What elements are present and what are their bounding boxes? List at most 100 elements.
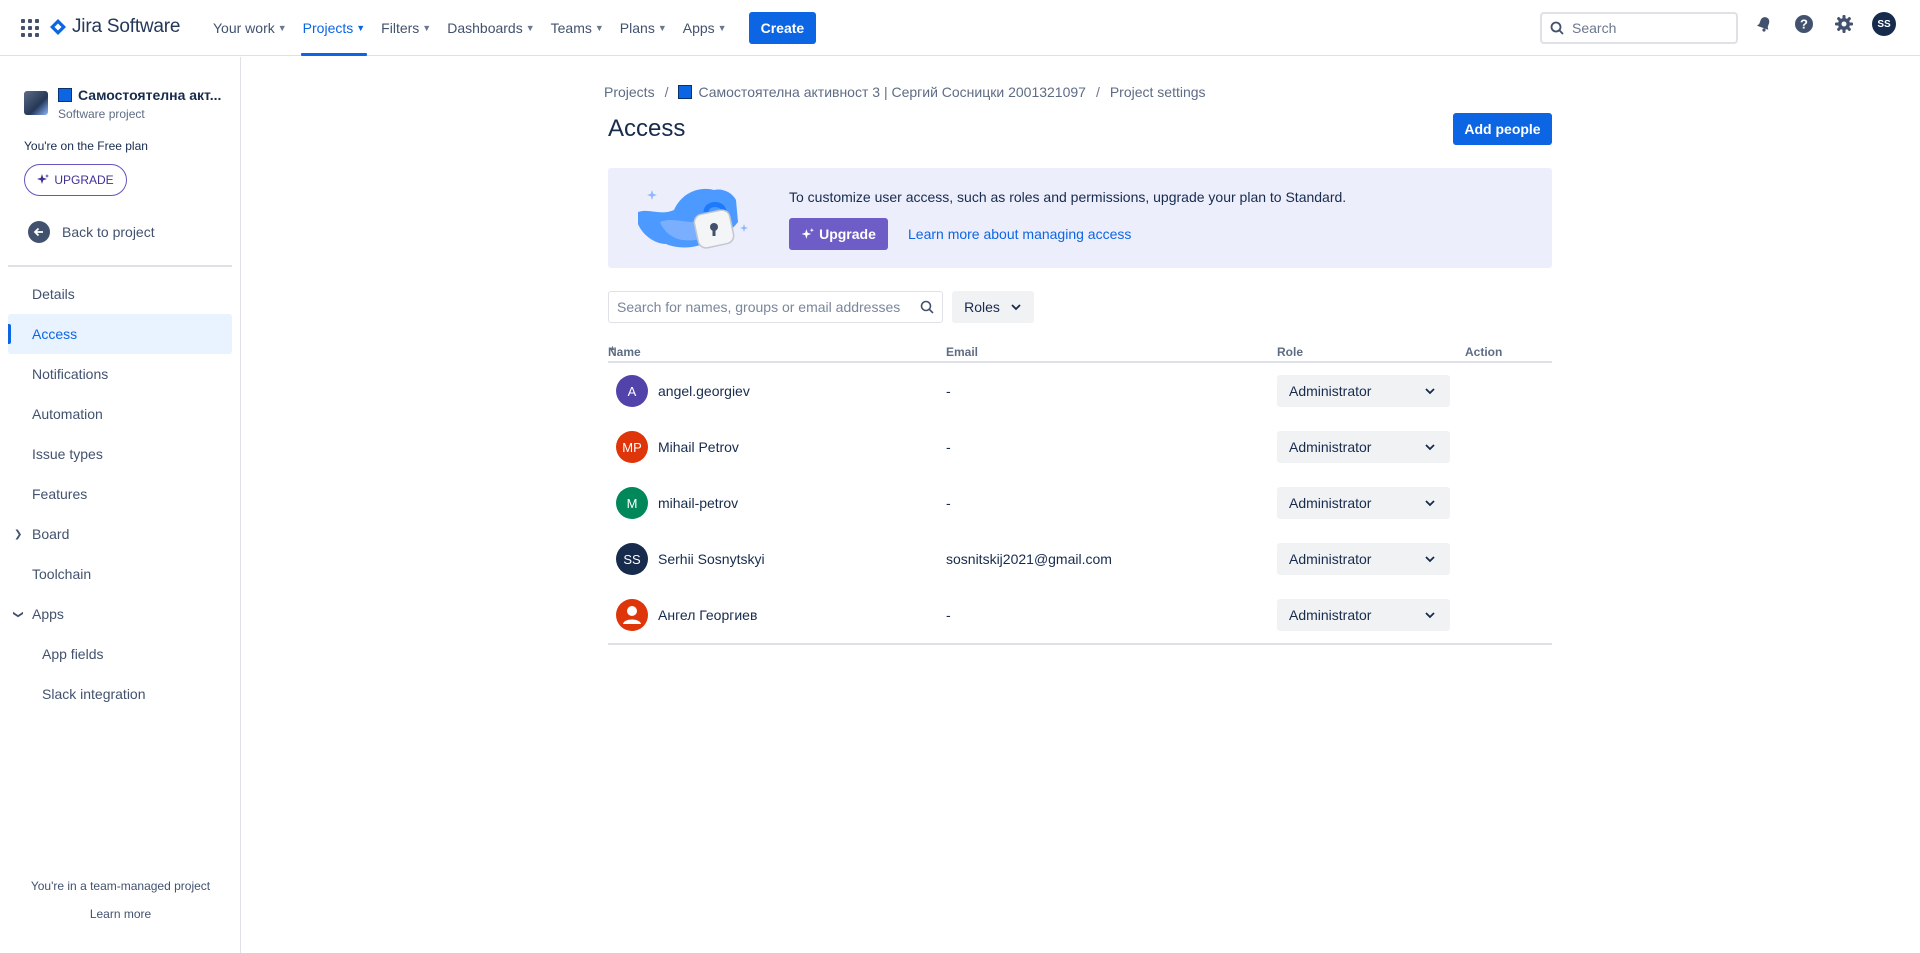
chevron-down-icon: [1425, 556, 1435, 563]
nav-dashboards[interactable]: Dashboards ▼: [439, 0, 542, 56]
breadcrumb-projects[interactable]: Projects: [604, 84, 655, 100]
sidebar-item-label: Board: [32, 526, 70, 542]
sidebar-item-notifications[interactable]: Notifications: [8, 354, 232, 394]
role-dropdown[interactable]: Administrator: [1277, 487, 1450, 519]
table-body: A angel.georgiev - Administrator MP Miha…: [608, 363, 1552, 643]
chevron-down-icon: ▼: [356, 23, 366, 33]
role-dropdown[interactable]: Administrator: [1277, 543, 1450, 575]
user-avatar: [616, 599, 648, 631]
email-cell: -: [946, 363, 951, 419]
nav-your-work[interactable]: Your work ▼: [205, 0, 295, 56]
global-search-input[interactable]: Search: [1540, 12, 1738, 44]
sidebar-item-features[interactable]: Features: [8, 474, 232, 514]
chevron-down-icon: [1425, 500, 1435, 507]
user-avatar: A: [616, 375, 648, 407]
nav-label: Your work: [213, 20, 275, 36]
avatar-initials: A: [627, 383, 637, 399]
role-value: Administrator: [1289, 495, 1372, 511]
avatar-initials: MP: [622, 439, 642, 455]
banner-text: To customize user access, such as roles …: [789, 189, 1347, 205]
add-people-button[interactable]: Add people: [1453, 113, 1552, 145]
sidebar-item-apps[interactable]: ❯ Apps: [8, 594, 232, 634]
user-name: mihail-petrov: [658, 495, 739, 511]
user-name: Serhii Sosnytskyi: [658, 551, 765, 567]
breadcrumb: Projects / Самостоятелна активност 3 | С…: [604, 84, 1206, 100]
top-navigation: Jira Software Your work ▼ Projects ▼ Filte…: [0, 0, 1920, 56]
user-email: -: [946, 607, 951, 623]
project-color-square: [678, 85, 693, 99]
role-value: Administrator: [1289, 383, 1372, 399]
project-header[interactable]: Самостоятелна акт... Software project: [24, 87, 221, 121]
sidebar-item-label: Notifications: [32, 366, 109, 382]
sidebar-item-toolchain[interactable]: Toolchain: [8, 554, 232, 594]
banner-upgrade-button[interactable]: Upgrade: [789, 218, 888, 250]
role-value: Administrator: [1289, 551, 1372, 567]
back-to-project-link[interactable]: Back to project: [28, 221, 155, 243]
sidebar-item-access[interactable]: Access: [8, 314, 232, 354]
user-avatar[interactable]: SS: [1872, 12, 1896, 36]
nav-teams[interactable]: Teams ▼: [543, 0, 612, 56]
app-switcher-icon[interactable]: [20, 18, 40, 38]
breadcrumb-project-settings[interactable]: Project settings: [1110, 84, 1206, 100]
svg-text:?: ?: [1800, 17, 1808, 32]
nav-plans[interactable]: Plans ▼: [612, 0, 675, 56]
chevron-down-icon: ▼: [277, 23, 287, 33]
user-search-input[interactable]: Search for names, groups or email addres…: [608, 291, 943, 323]
email-cell: -: [946, 587, 951, 643]
help-icon[interactable]: ?: [1792, 12, 1816, 36]
table-bottom-border: [608, 643, 1552, 645]
nav-label: Filters: [381, 20, 420, 36]
sidebar-item-slack-integration[interactable]: Slack integration: [8, 674, 232, 714]
chevron-down-icon: ❯: [12, 609, 24, 619]
project-color-square: [58, 88, 72, 102]
project-avatar: [24, 91, 48, 115]
role-dropdown[interactable]: Administrator: [1277, 375, 1450, 407]
nav-apps[interactable]: Apps ▼: [675, 0, 735, 56]
column-header-action: Action: [1465, 345, 1503, 359]
sidebar-item-label: App fields: [42, 646, 104, 662]
learn-more-access-link[interactable]: Learn more about managing access: [908, 226, 1131, 242]
sparkle-icon: [801, 227, 815, 239]
breadcrumb-separator: /: [664, 84, 669, 100]
sidebar-item-automation[interactable]: Automation: [8, 394, 232, 434]
role-dropdown[interactable]: Administrator: [1277, 599, 1450, 631]
email-cell: sosnitskij2021@gmail.com: [946, 531, 1112, 587]
upgrade-label: Upgrade: [819, 226, 876, 242]
chevron-down-icon: [1425, 612, 1435, 619]
nav-filters[interactable]: Filters ▼: [373, 0, 439, 56]
top-icons: ? SS: [1752, 12, 1896, 36]
sidebar-item-label: Features: [32, 486, 88, 502]
chevron-down-icon: [1425, 444, 1435, 451]
roles-filter-dropdown[interactable]: Roles: [952, 291, 1034, 323]
access-table: Name ▲︎ Email Role Action A angel.georgie…: [608, 345, 1552, 645]
jira-logo[interactable]: Jira Software: [50, 16, 180, 38]
table-row: MP Mihail Petrov - Administrator: [608, 419, 1552, 475]
notifications-icon[interactable]: [1752, 12, 1776, 36]
nav-projects[interactable]: Projects ▼: [295, 0, 374, 56]
sidebar-item-board[interactable]: ❯ Board: [8, 514, 232, 554]
project-name: Самостоятелна акт...: [58, 87, 221, 103]
nav-label: Projects: [302, 20, 354, 36]
user-email: sosnitskij2021@gmail.com: [946, 551, 1112, 567]
sidebar-upgrade-button[interactable]: UPGRADE: [24, 164, 127, 196]
create-button[interactable]: Create: [748, 12, 817, 44]
primary-nav: Your work ▼ Projects ▼ Filters ▼ Dashboards…: [205, 0, 817, 56]
search-placeholder: Search for names, groups or email addres…: [617, 299, 901, 315]
role-dropdown[interactable]: Administrator: [1277, 431, 1450, 463]
avatar-initials: M: [626, 495, 638, 511]
settings-gear-icon[interactable]: [1832, 12, 1856, 36]
user-cell: SS Serhii Sosnytskyi: [616, 531, 765, 587]
sidebar-item-details[interactable]: Details: [8, 274, 232, 314]
jira-logo-icon: [50, 19, 66, 35]
learn-more-link[interactable]: Learn more: [0, 907, 241, 921]
sidebar-item-app-fields[interactable]: App fields: [8, 634, 232, 674]
role-value: Administrator: [1289, 439, 1372, 455]
sidebar-item-issue-types[interactable]: Issue types: [8, 434, 232, 474]
sidebar-item-label: Slack integration: [42, 686, 146, 702]
sidebar-item-label: Access: [32, 326, 78, 342]
sort-icon: ▲︎: [609, 345, 616, 352]
user-avatar: SS: [616, 543, 648, 575]
chevron-down-icon: ▼: [594, 23, 604, 33]
breadcrumb-project[interactable]: Самостоятелна активност 3 | Сергий Сосни…: [698, 84, 1085, 100]
nav-label: Dashboards: [447, 20, 523, 36]
